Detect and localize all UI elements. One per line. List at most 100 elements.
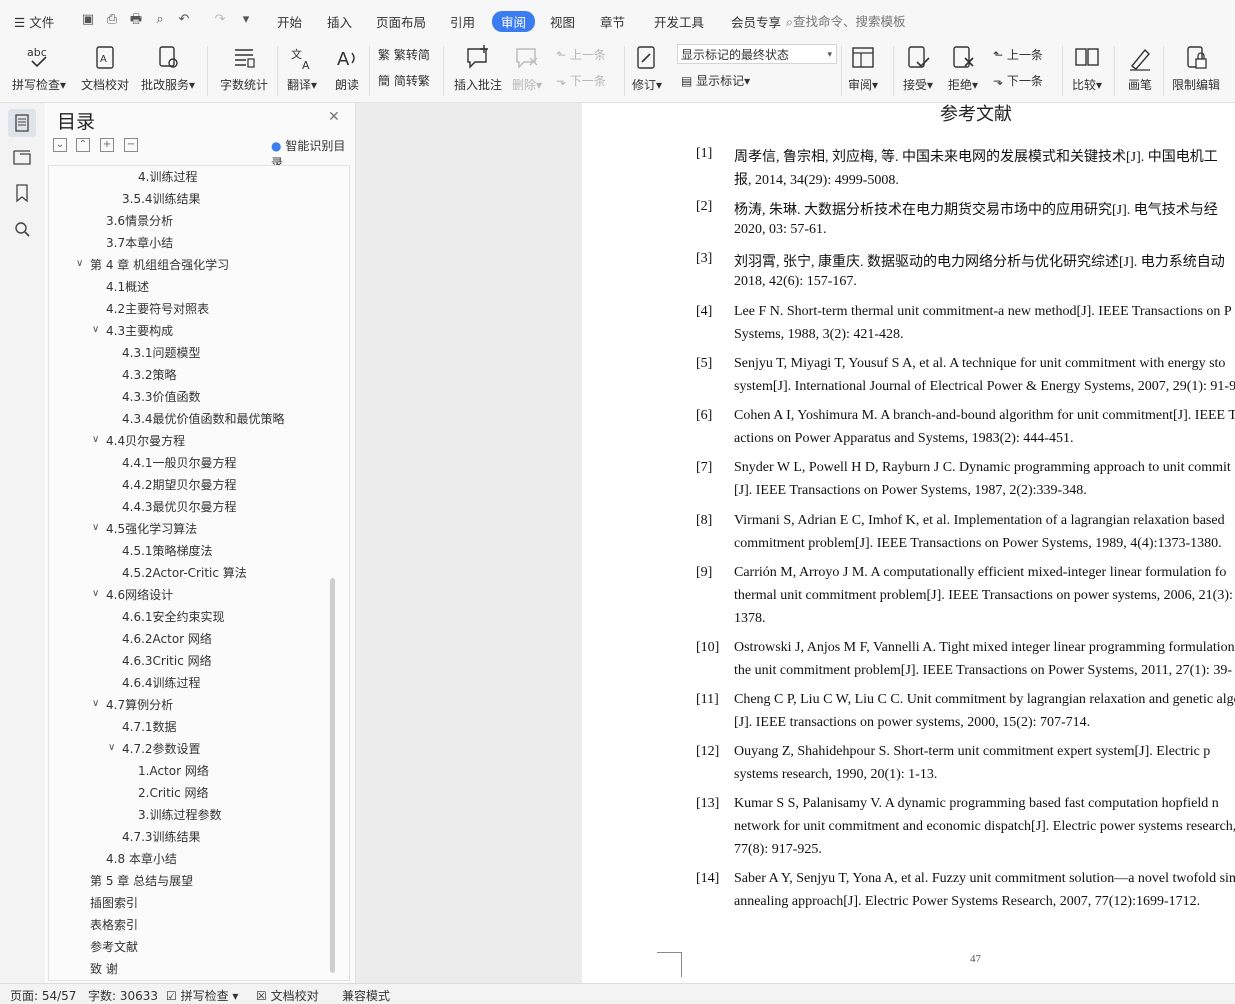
word-count-indicator[interactable]: 字数: 30633 (88, 987, 158, 1004)
chevron-down-icon[interactable]: ∨ (92, 698, 99, 709)
chevron-down-icon[interactable]: ∨ (92, 434, 99, 445)
toc-item[interactable]: 4.3.4最优价值函数和最优策略 (122, 410, 285, 427)
chevron-down-icon[interactable]: ∨ (108, 742, 115, 753)
toc-item[interactable]: 4.7.1数据 (122, 718, 177, 735)
toc-item[interactable]: 4.6网络设计 (106, 586, 173, 603)
toc-item[interactable]: 4.4.1一般贝尔曼方程 (122, 454, 237, 471)
undo-icon[interactable]: ↶ (176, 12, 192, 28)
toc-item[interactable]: 4.7算例分析 (106, 696, 173, 713)
trad-to-simp-button[interactable]: 繁 繁转简 (378, 46, 430, 63)
tab-insert[interactable]: 插入 (327, 12, 352, 31)
toc-item[interactable]: 4.4.2期望贝尔曼方程 (122, 476, 237, 493)
toc-item[interactable]: 3.5.4训练结果 (122, 190, 201, 207)
read-aloud-button[interactable]: A 朗读 (333, 44, 361, 93)
toc-item[interactable]: 4.1概述 (106, 278, 149, 295)
expand-up-icon[interactable]: ⌃ (76, 138, 90, 152)
toc-item[interactable]: 4.3主要构成 (106, 322, 173, 339)
document-page[interactable]: 参考文献 [1] 周孝信, 鲁宗相, 刘应梅, 等. 中国未来电网的发展模式和关… (582, 103, 1235, 983)
prev-change-button[interactable]: ⬑ 上一条 (993, 46, 1043, 63)
toc-item[interactable]: 4.2主要符号对照表 (106, 300, 209, 317)
track-changes-button[interactable]: 修订▾ (632, 44, 662, 93)
simp-to-trad-button[interactable]: 簡 简转繁 (378, 72, 430, 89)
toc-item[interactable]: 第 5 章 总结与展望 (90, 872, 193, 889)
toc-item[interactable]: 第 4 章 机组组合强化学习 (90, 256, 229, 273)
toc-item[interactable]: 4.训练过程 (138, 168, 197, 185)
file-menu[interactable]: ☰ 文件 (14, 12, 54, 31)
toc-item[interactable]: 4.3.2策略 (122, 366, 177, 383)
insert-comment-button[interactable]: 插入批注 (454, 44, 502, 93)
toc-item[interactable]: 4.7.2参数设置 (122, 740, 201, 757)
toc-item[interactable]: 4.8 本章小结 (106, 850, 177, 867)
print-icon[interactable]: 🖶 (128, 12, 144, 28)
export-pdf-icon[interactable]: ⎙ (104, 12, 120, 28)
tab-developer[interactable]: 开发工具 (654, 12, 704, 31)
markup-state-select[interactable]: 显示标记的最终状态 ▾ (677, 44, 837, 64)
toc-item[interactable]: 4.5.1策略梯度法 (122, 542, 213, 559)
toc-item[interactable]: 4.3.3价值函数 (122, 388, 201, 405)
toc-item[interactable]: 3.训练过程参数 (138, 806, 221, 823)
batch-service-button[interactable]: 批改服务▾ (141, 44, 195, 93)
print-preview-icon[interactable]: ⌕ (152, 12, 168, 28)
collapse-all-icon[interactable]: ⌄ (53, 138, 67, 152)
page-indicator[interactable]: 页面: 54/57 (10, 987, 76, 1004)
next-change-button[interactable]: ⬎ 下一条 (993, 72, 1043, 89)
pen-button[interactable]: 画笔 (1126, 44, 1154, 93)
toc-item[interactable]: 4.6.1安全约束实现 (122, 608, 225, 625)
delete-comment-button[interactable]: 删除▾ (512, 44, 542, 93)
review-pane-button[interactable]: 审阅▾ (848, 44, 878, 93)
word-count-button[interactable]: 字数统计 (220, 44, 268, 93)
toc-item[interactable]: 插图索引 (90, 894, 138, 911)
tab-section[interactable]: 章节 (600, 12, 625, 31)
toc-item[interactable]: 4.4.3最优贝尔曼方程 (122, 498, 237, 515)
toc-item[interactable]: 1.Actor 网络 (138, 762, 209, 779)
spell-check-toggle[interactable]: ☑ 拼写检查 ▾ (166, 987, 238, 1004)
tab-page-layout[interactable]: 页面布局 (376, 12, 426, 31)
toc-item[interactable]: 参考文献 (90, 938, 138, 955)
toc-item[interactable]: 4.5.2Actor-Critic 算法 (122, 564, 247, 581)
chevron-down-icon[interactable]: ∨ (92, 522, 99, 533)
toc-item[interactable]: 3.6情景分析 (106, 212, 173, 229)
doc-proof-button[interactable]: A 文档校对 (81, 44, 129, 93)
toc-item[interactable]: 4.3.1问题模型 (122, 344, 201, 361)
more-quick-icon[interactable]: ▾ (238, 12, 254, 28)
chapter-nav-button[interactable] (8, 143, 36, 171)
find-button[interactable] (8, 215, 36, 243)
bookmark-button[interactable] (8, 179, 36, 207)
tab-references[interactable]: 引用 (450, 12, 475, 31)
toc-item[interactable]: 4.5强化学习算法 (106, 520, 197, 537)
toc-item[interactable]: 4.6.4训练过程 (122, 674, 201, 691)
toc-item[interactable]: 致 谢 (90, 960, 118, 977)
compare-button[interactable]: 比较▾ (1072, 44, 1102, 93)
redo-icon[interactable]: ↷ (212, 12, 228, 28)
command-search[interactable]: ⌕查找命令、搜索模板 (786, 11, 906, 30)
toc-item[interactable]: 3.7本章小结 (106, 234, 173, 251)
next-comment-button[interactable]: ⬎ 下一条 (556, 72, 606, 89)
tab-review[interactable]: 审阅 (492, 11, 536, 32)
tab-member[interactable]: 会员专享 (731, 12, 781, 31)
spell-check-button[interactable]: abc 拼写检查▾ (12, 44, 66, 93)
toc-item[interactable]: 4.6.3Critic 网络 (122, 652, 212, 669)
toc-scrollbar[interactable] (330, 578, 335, 973)
chevron-down-icon[interactable]: ∨ (92, 324, 99, 335)
remove-heading-icon[interactable]: − (124, 138, 138, 152)
toc-item[interactable]: 表格索引 (90, 916, 138, 933)
save-icon[interactable]: ▣ (80, 12, 96, 28)
doc-proof-toggle[interactable]: ☒ 文档校对 (256, 987, 319, 1004)
toc-pane-button[interactable] (8, 109, 36, 137)
close-icon[interactable]: ✕ (328, 109, 340, 125)
chevron-down-icon[interactable]: ∨ (92, 588, 99, 599)
toc-item[interactable]: 2.Critic 网络 (138, 784, 209, 801)
reject-button[interactable]: 拒绝▾ (948, 44, 978, 93)
restrict-edit-button[interactable]: 限制编辑 (1172, 44, 1220, 93)
toc-item[interactable]: 4.4贝尔曼方程 (106, 432, 185, 449)
show-markup-button[interactable]: ▤ 显示标记▾ (681, 72, 750, 89)
tab-start[interactable]: 开始 (277, 12, 302, 31)
toc-item[interactable]: 4.7.3训练结果 (122, 828, 201, 845)
prev-comment-button[interactable]: ⬑ 上一条 (556, 46, 606, 63)
add-heading-icon[interactable]: + (100, 138, 114, 152)
translate-button[interactable]: 文 A 翻译▾ (287, 44, 317, 93)
toc-item[interactable]: 4.6.2Actor 网络 (122, 630, 212, 647)
chevron-down-icon[interactable]: ∨ (76, 258, 83, 269)
accept-button[interactable]: 接受▾ (903, 44, 933, 93)
tab-view[interactable]: 视图 (550, 12, 575, 31)
